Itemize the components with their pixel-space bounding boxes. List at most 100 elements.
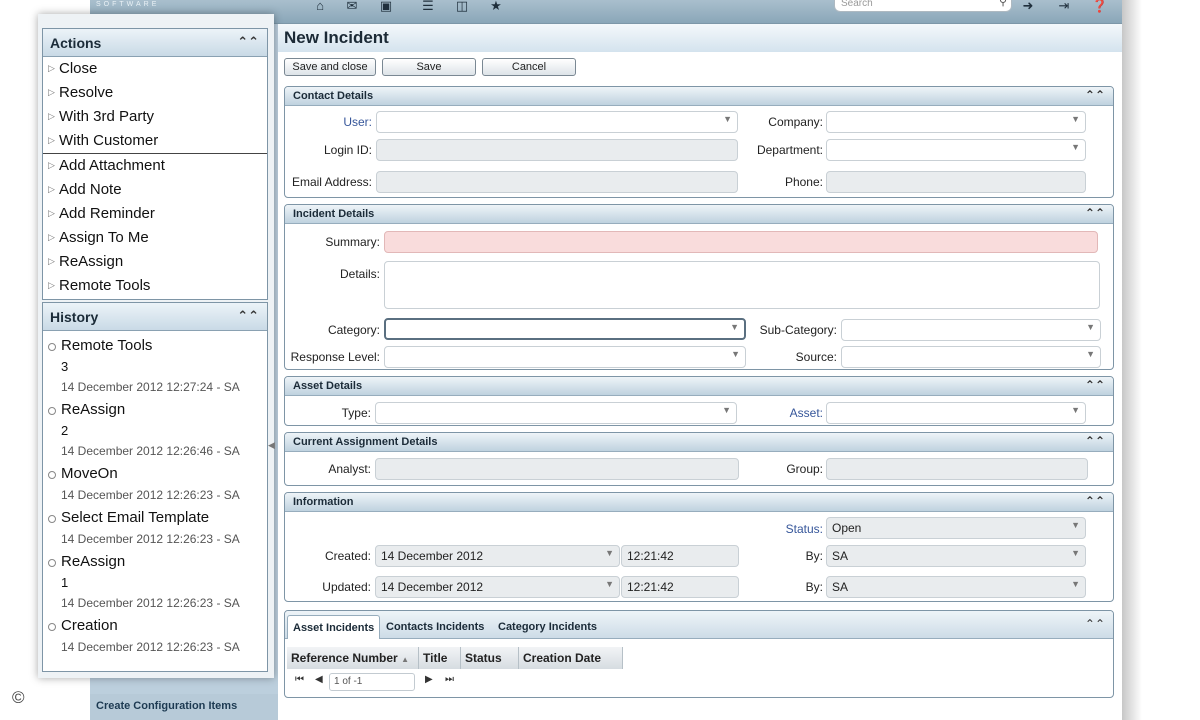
collapse-icon[interactable]: ⌃⌃ [237, 308, 259, 324]
status-label[interactable]: Status: [735, 522, 823, 536]
column-reference-number[interactable]: Reference Number ▲ [287, 647, 419, 669]
cancel-button[interactable]: Cancel [482, 58, 576, 76]
action-label: With 3rd Party [59, 108, 155, 125]
collapse-icon[interactable]: ⌃⌃ [1085, 494, 1105, 508]
triangle-right-icon: ▷ [48, 111, 55, 121]
computer-icon[interactable]: ◫ [452, 0, 472, 14]
action-item[interactable]: ▷ ReAssign [43, 250, 267, 274]
help-icon[interactable]: ❓ [1090, 0, 1110, 14]
collapse-icon[interactable]: ⌃⌃ [1085, 88, 1105, 102]
updated-time-field[interactable]: 12:21:42 [621, 576, 739, 598]
assignment-details-panel: Current Assignment Details ⌃⌃ Analyst: G… [284, 432, 1114, 486]
column-status[interactable]: Status [461, 647, 519, 669]
updated-label: Updated: [322, 580, 371, 594]
collapse-icon[interactable]: ⌃⌃ [1085, 434, 1105, 448]
tab-asset-incidents[interactable]: Asset Incidents [287, 615, 381, 639]
asset-label[interactable]: Asset: [735, 406, 823, 420]
contact-details-header[interactable]: Contact Details ⌃⌃ [285, 87, 1113, 106]
first-page-icon[interactable]: ⏮ [295, 674, 304, 685]
search-input[interactable]: Search ⚲ [834, 0, 1012, 12]
summary-input[interactable] [384, 231, 1098, 253]
created-date-select[interactable]: 14 December 2012 ▼ [375, 545, 620, 567]
created-time-field[interactable]: 12:21:42 [621, 545, 739, 567]
star-icon[interactable]: ★ [486, 0, 506, 14]
details-textarea[interactable] [384, 261, 1100, 309]
history-header[interactable]: History ⌃⌃ [43, 303, 267, 331]
save-and-close-button[interactable]: Save and close [284, 58, 376, 76]
phone-field[interactable] [826, 171, 1086, 193]
tab-contacts-incidents[interactable]: Contacts Incidents [381, 615, 489, 639]
actions-header[interactable]: Actions ⌃⌃ [43, 29, 267, 57]
incident-details-header[interactable]: Incident Details ⌃⌃ [285, 205, 1113, 224]
action-item[interactable]: ▷ Resolve [43, 81, 267, 105]
category-select[interactable]: ▼ [384, 318, 746, 340]
user-select[interactable]: ▼ [376, 111, 738, 133]
history-date: 14 December 2012 12:26:23 - SA [61, 596, 240, 610]
action-item[interactable]: ▷ With 3rd Party [43, 105, 267, 129]
page-number-input[interactable]: 1 of -1 [329, 673, 415, 691]
history-item[interactable]: ReAssign 1 14 December 2012 12:26:23 - SA [43, 551, 267, 615]
collapse-icon[interactable]: ⌃⌃ [237, 34, 259, 50]
asset-details-header[interactable]: Asset Details ⌃⌃ [285, 377, 1113, 396]
company-select[interactable]: ▼ [826, 111, 1086, 133]
create-configuration-items-link[interactable]: Create Configuration Items [90, 694, 278, 720]
type-select[interactable]: ▼ [375, 402, 737, 424]
collapse-icon[interactable]: ⌃⌃ [1085, 378, 1105, 392]
action-item[interactable]: ▷ With Customer [43, 129, 267, 153]
calendar-icon[interactable]: ▣ [376, 0, 396, 14]
history-item[interactable]: Creation 14 December 2012 12:26:23 - SA [43, 615, 267, 659]
sub-category-label: Sub-Category: [759, 323, 837, 337]
list-icon[interactable]: ☰ [418, 0, 438, 14]
history-item[interactable]: Remote Tools 3 14 December 2012 12:27:24 -… [43, 335, 267, 399]
response-level-select[interactable]: ▼ [384, 346, 746, 368]
previous-page-icon[interactable]: ◀ [315, 674, 323, 685]
page-title: New Incident [284, 28, 389, 47]
save-button[interactable]: Save [382, 58, 476, 76]
chevron-down-icon: ▼ [1071, 114, 1080, 124]
history-title: Creation [61, 617, 118, 634]
email-address-field[interactable] [376, 171, 738, 193]
created-by-select[interactable]: SA ▼ [826, 545, 1086, 567]
status-select[interactable]: Open ▼ [826, 517, 1086, 539]
login-id-field[interactable] [376, 139, 738, 161]
asset-select[interactable]: ▼ [826, 402, 1086, 424]
updated-date-select[interactable]: 14 December 2012 ▼ [375, 576, 620, 598]
history-item[interactable]: ReAssign 2 14 December 2012 12:26:46 - SA [43, 399, 267, 463]
history-item[interactable]: Select Email Template 14 December 2012 12… [43, 507, 267, 551]
column-title[interactable]: Title [419, 647, 461, 669]
sub-category-select[interactable]: ▼ [841, 319, 1101, 341]
mail-icon[interactable]: ✉ [342, 0, 362, 14]
chevron-down-icon: ▼ [605, 548, 614, 558]
action-item[interactable]: ▷ Close [43, 57, 267, 81]
forward-icon[interactable]: ➜ [1018, 0, 1038, 14]
next-page-icon[interactable]: ▶ [425, 674, 433, 685]
action-item[interactable]: ▷ Add Attachment [43, 154, 267, 178]
information-header[interactable]: Information ⌃⌃ [285, 493, 1113, 512]
last-page-icon[interactable]: ⏭ [445, 674, 454, 685]
resize-handle-icon[interactable]: ◀ [268, 440, 275, 451]
department-select[interactable]: ▼ [826, 139, 1086, 161]
user-label[interactable]: User: [285, 115, 372, 129]
column-creation-date[interactable]: Creation Date [519, 647, 623, 669]
logout-icon[interactable]: ⇥ [1054, 0, 1074, 14]
collapse-icon[interactable]: ⌃⌃ [1085, 206, 1105, 220]
chevron-down-icon: ▼ [722, 405, 731, 415]
history-item[interactable]: MoveOn 14 December 2012 12:26:23 - SA [43, 463, 267, 507]
action-item[interactable]: ▷ Add Note [43, 178, 267, 202]
analyst-field[interactable] [375, 458, 739, 480]
action-item[interactable]: ▷ Assign To Me [43, 226, 267, 250]
circle-icon [48, 559, 56, 567]
updated-by-select[interactable]: SA ▼ [826, 576, 1086, 598]
home-icon[interactable]: ⌂ [310, 0, 330, 14]
login-id-label: Login ID: [323, 143, 372, 157]
tab-category-incidents[interactable]: Category Incidents [493, 615, 602, 639]
action-item[interactable]: ▷ Remote Tools [43, 274, 267, 298]
source-select[interactable]: ▼ [841, 346, 1101, 368]
action-item[interactable]: ▷ Add Reminder [43, 202, 267, 226]
group-field[interactable] [826, 458, 1088, 480]
history-number: 1 [61, 575, 69, 590]
category-label: Category: [327, 323, 380, 337]
assignment-details-header[interactable]: Current Assignment Details ⌃⌃ [285, 433, 1113, 452]
collapse-icon[interactable]: ⌃⌃ [1085, 617, 1105, 631]
circle-icon [48, 407, 56, 415]
